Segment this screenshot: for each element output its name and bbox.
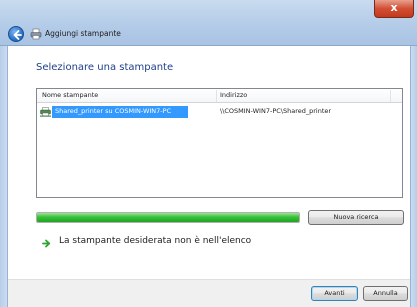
window-right-border [410, 46, 417, 307]
new-search-button[interactable]: Nuova ricerca [308, 210, 404, 225]
network-printer-icon [40, 107, 51, 117]
window-left-border [0, 46, 8, 307]
cancel-button[interactable]: Annulla [363, 286, 408, 301]
search-progress-bar [36, 212, 300, 223]
list-item[interactable]: Shared_printer su COSMIN-WIN7-PC \\COSMI… [38, 106, 398, 118]
page-title: Selezionare una stampante [36, 62, 174, 73]
green-arrow-icon [42, 239, 51, 248]
close-button[interactable]: x [374, 0, 414, 18]
printer-address: \\COSMIN-WIN7-PC\Shared_printer [220, 107, 332, 115]
back-arrow-icon [13, 30, 22, 40]
list-header: Nome stampante Indirizzo [37, 89, 402, 103]
back-button[interactable] [8, 26, 24, 42]
window-title: Aggiungi stampante [45, 29, 121, 38]
column-header-address[interactable]: Indirizzo [220, 91, 247, 99]
column-divider[interactable] [390, 90, 391, 102]
window-titlebar [0, 0, 417, 46]
printer-name: Shared_printer su COSMIN-WIN7-PC [55, 107, 172, 115]
printer-icon [30, 28, 42, 40]
next-button[interactable]: Avanti [311, 286, 358, 301]
printer-list[interactable]: Nome stampante Indirizzo Shared_printer … [36, 88, 403, 198]
progress-fill [37, 213, 299, 222]
printer-not-listed-link[interactable]: La stampante desiderata non è nell'elenc… [59, 236, 251, 246]
column-divider[interactable] [216, 90, 217, 102]
column-header-name[interactable]: Nome stampante [42, 91, 98, 99]
